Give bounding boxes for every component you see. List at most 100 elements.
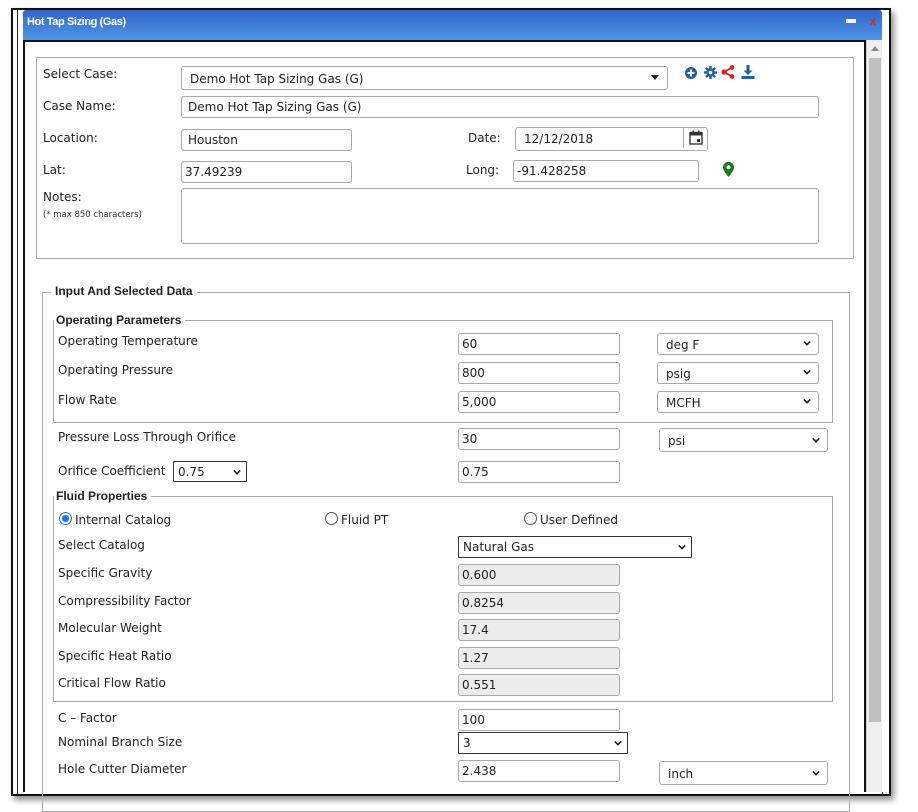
location-value: Houston — [188, 133, 238, 147]
nominal-branch-size-label: Nominal Branch Size — [58, 735, 183, 749]
input-section-legend: Input And Selected Data — [51, 284, 197, 298]
pressure-loss-input[interactable]: 30 — [458, 428, 620, 450]
operating-parameters-legend: Operating Parameters — [54, 313, 186, 327]
compressibility-factor-value: 0.8254 — [462, 596, 504, 610]
operating-temperature-input[interactable]: 60 — [458, 333, 620, 355]
operating-pressure-input[interactable]: 800 — [458, 362, 620, 384]
chevron-down-icon — [812, 770, 820, 776]
gear-icon[interactable] — [704, 66, 717, 79]
case-name-label: Case Name: — [43, 99, 116, 113]
minimize-icon[interactable] — [846, 19, 856, 23]
calendar-button[interactable] — [683, 128, 707, 148]
calendar-icon — [689, 130, 703, 145]
flow-rate-value: 5,000 — [462, 395, 497, 409]
user-defined-radio[interactable] — [524, 512, 537, 525]
specific-heat-ratio-value: 1.27 — [462, 651, 489, 665]
temperature-unit-select[interactable]: deg F — [657, 333, 819, 355]
orifice-coefficient-input[interactable]: 0.75 — [458, 461, 620, 483]
chevron-down-icon — [803, 398, 811, 404]
date-value: 12/12/2018 — [524, 132, 594, 146]
fluid-pt-label[interactable]: Fluid PT — [341, 513, 388, 527]
case-name-input[interactable]: Demo Hot Tap Sizing Gas (G) — [181, 96, 819, 118]
select-catalog-label: Select Catalog — [58, 538, 145, 552]
title-bar[interactable]: Hot Tap Sizing (Gas) x — [23, 10, 882, 40]
chevron-down-icon — [803, 340, 811, 346]
specific-heat-ratio-field: 1.27 — [458, 647, 620, 669]
nominal-branch-size-value: 3 — [463, 736, 471, 750]
input-selected-data-section: Input And Selected Data Operating Parame… — [42, 284, 850, 812]
download-icon[interactable] — [741, 65, 755, 79]
flow-rate-input[interactable]: 5,000 — [458, 391, 620, 413]
pressure-unit-value: psig — [666, 367, 691, 381]
flow-rate-unit-select[interactable]: MCFH — [657, 391, 819, 413]
dropdown-caret-icon — [651, 75, 659, 80]
date-label: Date: — [468, 131, 501, 145]
critical-flow-ratio-value: 0.551 — [462, 678, 497, 692]
long-value: -91.428258 — [517, 164, 587, 178]
scroll-up-arrow-icon[interactable] — [871, 46, 879, 51]
specific-gravity-label: Specific Gravity — [58, 566, 153, 580]
c-factor-input[interactable]: 100 — [458, 709, 620, 731]
notes-textarea[interactable] — [181, 188, 819, 244]
location-label: Location: — [43, 131, 98, 145]
pressure-loss-label: Pressure Loss Through Orifice — [58, 430, 237, 444]
map-pin-icon[interactable] — [723, 162, 734, 177]
pressure-loss-unit-value: psi — [668, 434, 686, 448]
specific-heat-ratio-label: Specific Heat Ratio — [58, 649, 172, 663]
select-case-dropdown[interactable]: Demo Hot Tap Sizing Gas (G) — [181, 66, 668, 90]
hole-cutter-diameter-input[interactable]: 2.438 — [458, 760, 620, 782]
dialog-content: Select Case: Demo Hot Tap Sizing Gas (G) — [23, 40, 866, 812]
fluid-pt-radio[interactable] — [325, 512, 338, 525]
select-case-label: Select Case: — [43, 67, 118, 81]
add-circle-icon[interactable] — [685, 67, 697, 79]
share-icon[interactable] — [721, 65, 735, 79]
long-label: Long: — [466, 163, 500, 177]
orifice-coefficient-select-value: 0.75 — [178, 465, 205, 479]
temperature-unit-value: deg F — [666, 338, 700, 352]
user-defined-label[interactable]: User Defined — [540, 513, 618, 527]
operating-parameters-section: Operating Parameters Operating Temperatu… — [53, 313, 833, 423]
long-input[interactable]: -91.428258 — [513, 160, 699, 182]
critical-flow-ratio-field: 0.551 — [458, 674, 620, 696]
specific-gravity-field: 0.600 — [458, 564, 620, 586]
nominal-branch-size-select[interactable]: 3 — [458, 732, 628, 754]
scrollbar-thumb[interactable] — [869, 58, 881, 722]
hole-cutter-diameter-value: 2.438 — [462, 764, 497, 778]
operating-temperature-value: 60 — [462, 337, 478, 351]
pressure-loss-unit-select[interactable]: psi — [659, 428, 828, 452]
window-title: Hot Tap Sizing (Gas) — [27, 16, 126, 28]
compressibility-factor-field: 0.8254 — [458, 592, 620, 614]
operating-temperature-label: Operating Temperature — [58, 334, 198, 348]
dialog-window: Hot Tap Sizing (Gas) x Select Case: Demo… — [23, 10, 883, 812]
orifice-coefficient-select[interactable]: 0.75 — [173, 461, 247, 482]
molecular-weight-field: 17.4 — [458, 619, 620, 641]
chevron-down-icon — [812, 437, 820, 443]
orifice-coefficient-value: 0.75 — [462, 465, 489, 479]
notes-label: Notes: — [43, 190, 82, 204]
fluid-properties-section: Fluid Properties Internal Catalog Fluid … — [53, 489, 833, 702]
pressure-loss-value: 30 — [462, 432, 478, 446]
pressure-unit-select[interactable]: psig — [657, 362, 819, 384]
chevron-down-icon — [233, 469, 241, 475]
internal-catalog-label[interactable]: Internal Catalog — [75, 513, 171, 527]
internal-catalog-radio[interactable] — [59, 512, 72, 525]
location-input[interactable]: Houston — [181, 129, 352, 151]
chevron-down-icon — [678, 544, 686, 550]
hole-cutter-unit-select[interactable]: inch — [659, 761, 828, 785]
lat-value: 37.49239 — [185, 165, 243, 179]
chevron-down-icon — [614, 740, 622, 746]
molecular-weight-value: 17.4 — [462, 623, 489, 637]
case-details-panel: Select Case: Demo Hot Tap Sizing Gas (G) — [36, 57, 854, 259]
c-factor-value: 100 — [462, 713, 485, 727]
vertical-scrollbar[interactable] — [866, 40, 882, 792]
chevron-down-icon — [803, 369, 811, 375]
operating-pressure-label: Operating Pressure — [58, 363, 174, 377]
c-factor-label: C – Factor — [58, 711, 117, 725]
lat-input[interactable]: 37.49239 — [181, 161, 352, 183]
date-input[interactable]: 12/12/2018 — [515, 127, 708, 151]
hole-cutter-diameter-label: Hole Cutter Diameter — [58, 762, 187, 776]
compressibility-factor-label: Compressibility Factor — [58, 594, 191, 608]
catalog-select[interactable]: Natural Gas — [458, 536, 692, 558]
close-icon[interactable]: x — [869, 14, 876, 28]
operating-pressure-value: 800 — [462, 366, 485, 380]
